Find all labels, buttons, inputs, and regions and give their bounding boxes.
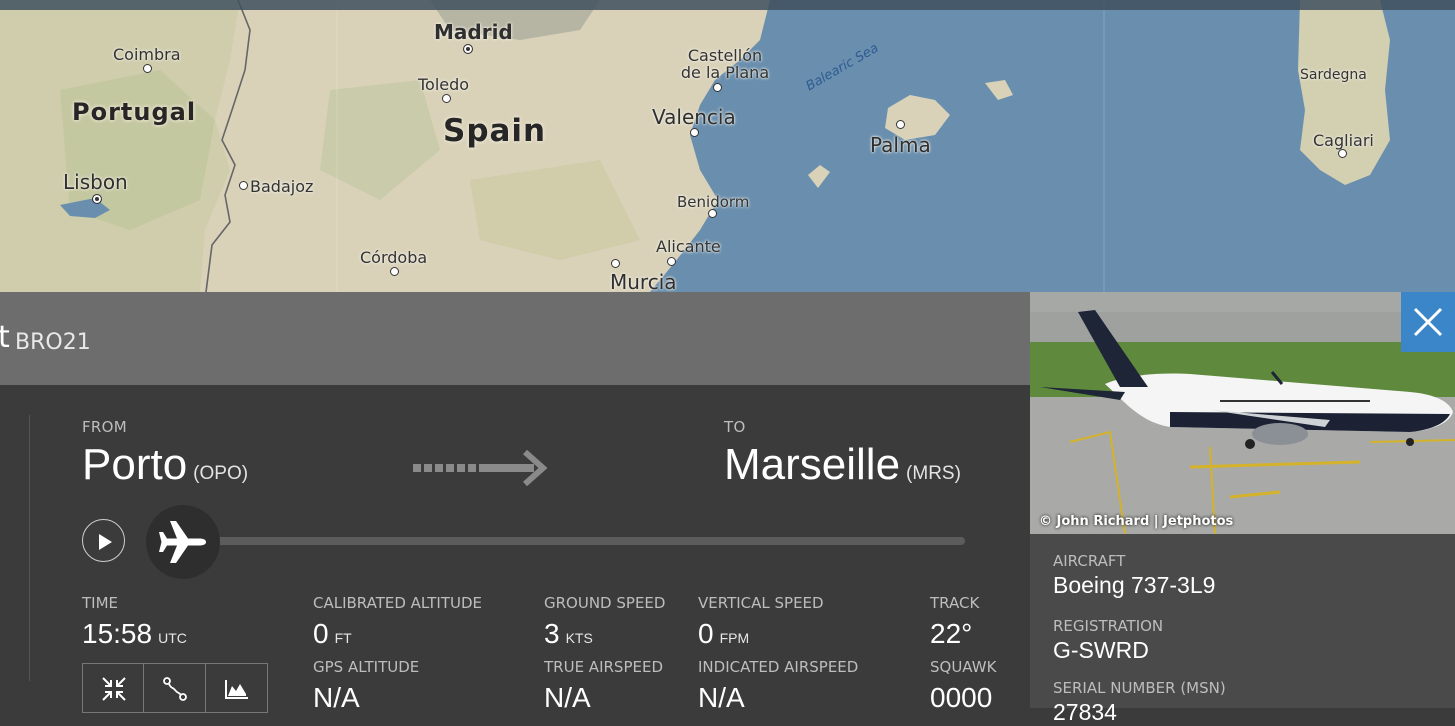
map-terrain (0, 0, 1390, 292)
gps-altitude-value: N/A (313, 682, 360, 713)
city-dot-benidorm (708, 209, 717, 218)
gps-altitude-label: GPS ALTITUDE (313, 658, 420, 676)
indicated-airspeed-value: N/A (698, 682, 745, 713)
track-label: TRACK (930, 594, 980, 612)
map-top-bar (0, 0, 1455, 10)
aircraft-value[interactable]: Boeing 737-3L9 (1053, 572, 1215, 599)
callsign-prefix: t (0, 320, 10, 355)
city-castellon: Castellón de la Plana (680, 46, 770, 82)
city-dot-coimbra (143, 64, 152, 73)
squawk-label: SQUAWK (930, 658, 997, 676)
indicated-airspeed-label: INDICATED AIRSPEED (698, 658, 859, 676)
city-madrid: Madrid (434, 20, 513, 44)
ground-speed-value: 3 (544, 618, 560, 649)
true-airspeed-label: TRUE AIRSPEED (544, 658, 663, 676)
city-dot-alicante (667, 257, 676, 266)
serial-number-label: SERIAL NUMBER (MSN) (1053, 679, 1226, 697)
flight-details-panel: FROM Porto (OPO) TO Marseille (MRS) TIME 1… (0, 385, 1030, 713)
map-view[interactable]: Portugal Spain Madrid Coimbra Castellón … (0, 0, 1455, 292)
origin-airport[interactable]: Porto (OPO) (82, 440, 248, 490)
airplane-icon (159, 521, 206, 563)
route-icon (163, 677, 188, 701)
city-dot-cordoba (390, 267, 399, 276)
vertical-speed-value: 0 (698, 618, 714, 649)
aircraft-panel: © John Richard | Jetphotos AIRCRAFT Boei… (1030, 292, 1455, 725)
compress-icon (102, 677, 126, 701)
view-toolbar (82, 663, 268, 713)
ground-speed-unit: KTS (565, 630, 593, 646)
destination-airport[interactable]: Marseille (MRS) (724, 440, 961, 490)
route-button[interactable] (144, 664, 206, 712)
squawk-value: 0000 (930, 682, 993, 713)
to-label: TO (724, 418, 746, 436)
calibrated-altitude-value: 0 (313, 618, 329, 649)
city-palma: Palma (870, 133, 931, 157)
chart-button[interactable] (206, 664, 267, 712)
panel-divider (29, 415, 30, 681)
city-dot-cagliari (1338, 149, 1347, 158)
city-dot-castellon (713, 83, 722, 92)
city-dot-palma (896, 120, 905, 129)
progress-marker (146, 505, 220, 579)
vertical-speed-group: 0 FPM (698, 618, 749, 650)
photo-credit[interactable]: © John Richard | Jetphotos (1039, 514, 1233, 529)
chart-icon (224, 680, 248, 699)
city-dot-murcia (611, 259, 620, 268)
play-icon (99, 534, 112, 550)
close-icon (1413, 307, 1443, 337)
destination-city: Marseille (724, 440, 901, 489)
callsign: BRO21 (15, 330, 91, 355)
time-value: 15:58 (82, 618, 153, 649)
compress-view-button[interactable] (83, 664, 145, 712)
city-cagliari: Cagliari (1313, 131, 1374, 150)
track-value: 22° (930, 618, 973, 649)
city-dot-valencia (690, 128, 699, 137)
vertical-speed-label: VERTICAL SPEED (698, 594, 824, 612)
aircraft-label: AIRCRAFT (1053, 552, 1126, 570)
ground-speed-label: GROUND SPEED (544, 594, 666, 612)
vertical-speed-unit: FPM (719, 630, 750, 646)
time-label: TIME (82, 594, 119, 612)
calibrated-altitude-label: CALIBRATED ALTITUDE (313, 594, 482, 612)
city-murcia: Murcia (610, 270, 677, 292)
serial-number-value: 27834 (1053, 699, 1117, 725)
city-dot-lisbon (92, 194, 102, 204)
country-label-portugal: Portugal (72, 98, 197, 126)
calibrated-altitude-group: 0 FT (313, 618, 352, 650)
from-label: FROM (82, 418, 127, 436)
city-dot-toledo (442, 94, 451, 103)
time-unit: UTC (158, 630, 187, 646)
time-value-group: 15:58 UTC (82, 618, 187, 650)
ground-speed-group: 3 KTS (544, 618, 593, 650)
city-cordoba: Córdoba (360, 248, 428, 267)
origin-city: Porto (82, 440, 188, 489)
city-toledo: Toledo (418, 75, 470, 94)
playback-button[interactable] (82, 519, 125, 562)
origin-code: (OPO) (193, 463, 249, 484)
city-sardegna: Sardegna (1300, 67, 1367, 83)
destination-code: (MRS) (906, 463, 961, 484)
flight-header: t BRO21 (0, 292, 1030, 385)
calibrated-altitude-unit: FT (334, 630, 352, 646)
city-dot-madrid (463, 44, 473, 54)
city-alicante: Alicante (656, 237, 721, 256)
route-arrow-icon (413, 450, 548, 486)
close-panel-button[interactable] (1401, 292, 1455, 352)
aircraft-photo[interactable]: © John Richard | Jetphotos (1030, 292, 1455, 534)
city-valencia: Valencia (652, 105, 736, 129)
true-airspeed-value: N/A (544, 682, 591, 713)
registration-value[interactable]: G-SWRD (1053, 637, 1149, 664)
city-lisbon: Lisbon (63, 170, 128, 194)
city-badajoz: Badajoz (250, 177, 314, 196)
city-coimbra: Coimbra (113, 45, 181, 64)
aircraft-photo-image (1030, 292, 1455, 534)
registration-label: REGISTRATION (1053, 617, 1164, 635)
country-label-spain: Spain (443, 113, 547, 149)
city-dot-badajoz (239, 181, 248, 190)
flight-progress-bar (182, 537, 965, 545)
